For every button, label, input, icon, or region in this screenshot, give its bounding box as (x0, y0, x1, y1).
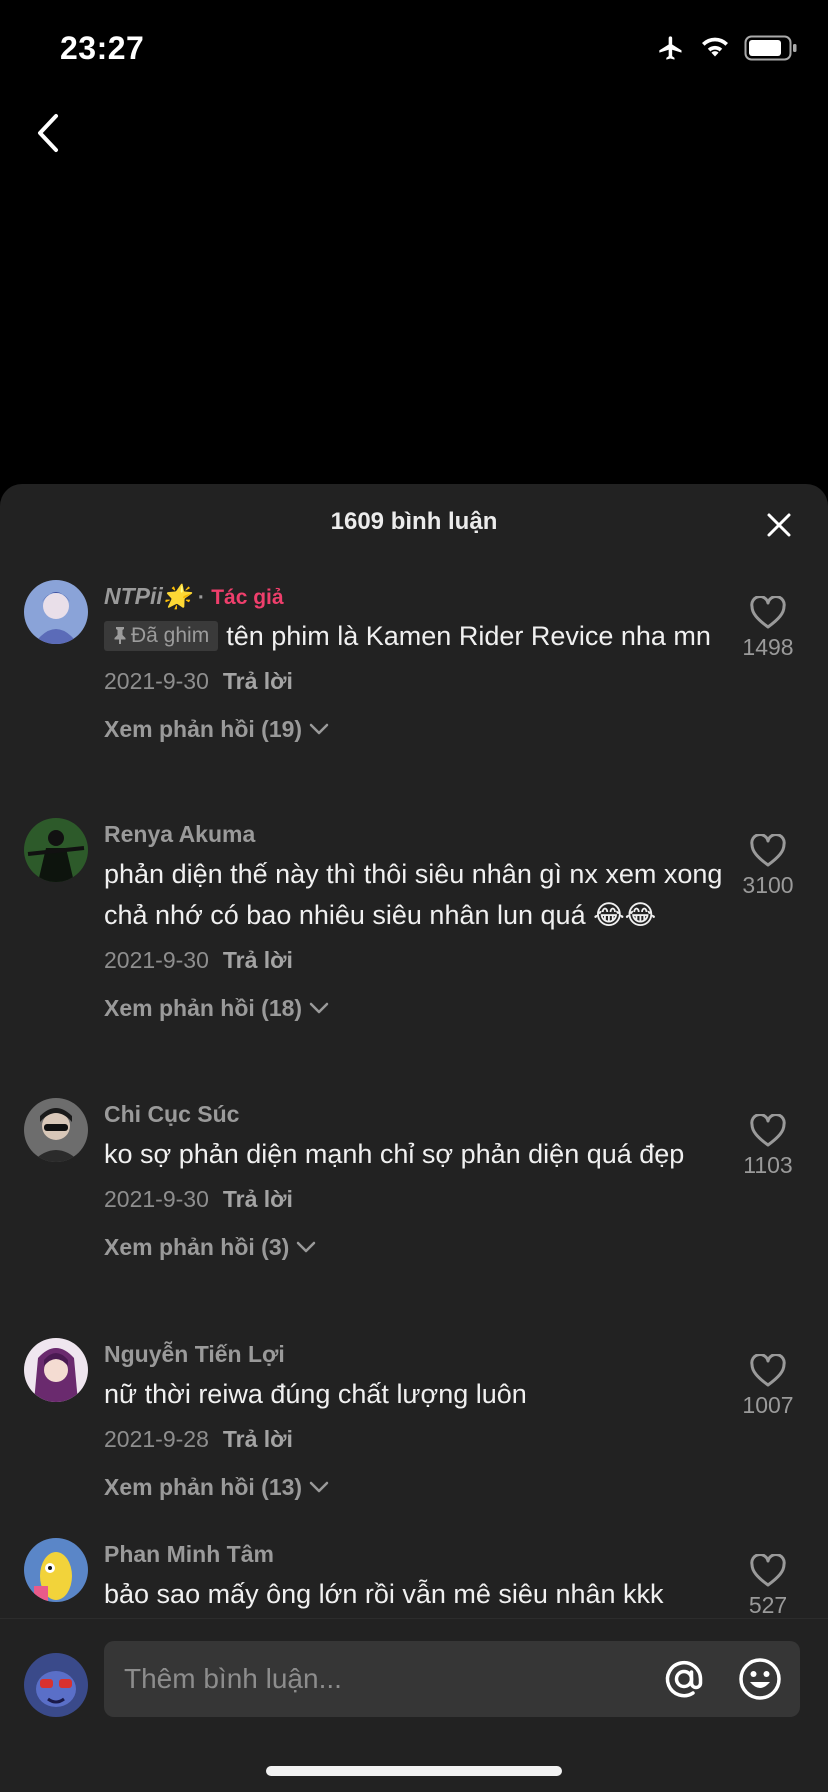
comment-text: Đã ghim tên phim là Kamen Rider Revice nh… (104, 616, 724, 657)
view-replies-label: Xem phản hồi (3) (104, 1234, 290, 1260)
comment-date: 2021-9-30 (104, 947, 209, 973)
mention-button[interactable] (660, 1655, 708, 1703)
heart-icon (750, 1114, 786, 1147)
heart-icon (750, 596, 786, 629)
home-indicator (266, 1766, 562, 1776)
like-button[interactable]: 3100 (728, 834, 808, 899)
comment-username[interactable]: Phan Minh Tâm (104, 1538, 724, 1570)
smiley-icon (739, 1658, 781, 1700)
view-replies-label: Xem phản hồi (19) (104, 716, 303, 742)
reply-button[interactable]: Trả lời (223, 1426, 293, 1452)
status-time: 23:27 (60, 30, 145, 66)
reply-button[interactable]: Trả lời (223, 947, 293, 973)
reply-button[interactable]: Trả lời (223, 668, 293, 694)
chevron-left-icon (38, 114, 58, 152)
like-button[interactable]: 527 (728, 1554, 808, 1618)
status-bar: 23:27 (0, 0, 828, 100)
author-separator: · (197, 586, 205, 609)
like-button[interactable]: 1007 (728, 1354, 808, 1419)
heart-icon (750, 1354, 786, 1387)
avatar[interactable] (24, 1098, 88, 1162)
comment-composer: Thêm bình luận... (0, 1618, 828, 1792)
like-count: 1498 (742, 634, 794, 660)
comment-username-row: NTPii🌟 · Tác giả (104, 580, 724, 612)
heart-icon (750, 834, 786, 867)
pin-icon (114, 627, 126, 644)
comment-list[interactable]: NTPii🌟 · Tác giả Đã ghim tên phim là Kame… (0, 484, 828, 1618)
view-replies-button[interactable]: Xem phản hồi (19) (104, 711, 724, 747)
view-replies-label: Xem phản hồi (13) (104, 1474, 303, 1500)
like-count: 1103 (743, 1152, 793, 1178)
like-count: 527 (748, 1592, 788, 1618)
comment-body: Chi Cục Súc ko sợ phản diện mạnh chỉ sợ … (104, 1098, 724, 1265)
chevron-down-icon (297, 1241, 316, 1253)
avatar[interactable] (24, 580, 88, 644)
pinned-label: Đã ghim (131, 624, 210, 647)
comment-text: bảo sao mấy ông lớn rồi vẫn mê siêu nhân… (104, 1579, 664, 1609)
comment-text-content: tên phim là Kamen Rider Revice nha mn (226, 621, 711, 651)
comment-meta: 2021-9-30 Trả lời (104, 663, 724, 699)
status-icons (656, 34, 798, 62)
view-replies-button[interactable]: Xem phản hồi (13) (104, 1469, 724, 1505)
avatar[interactable] (24, 1338, 88, 1402)
my-avatar (24, 1653, 88, 1717)
comment-meta: 2021-9-30 Trả lời (104, 942, 724, 978)
comment-input-placeholder: Thêm bình luận... (124, 1663, 342, 1694)
airplane-icon (656, 34, 686, 62)
comment-body: NTPii🌟 · Tác giả Đã ghim tên phim là Kame… (104, 580, 724, 747)
comments-sheet: 1609 bình luận NTPii🌟 · Tác giả Đã ghim t… (0, 484, 828, 1792)
comment-text: ko sợ phản diện mạnh chỉ sợ phản diện qu… (104, 1139, 685, 1169)
like-button[interactable]: 1103 (728, 1114, 808, 1179)
author-badge: Tác giả (211, 586, 284, 609)
view-replies-label: Xem phản hồi (18) (104, 995, 303, 1021)
chevron-down-icon (309, 1002, 329, 1014)
avatar[interactable] (24, 1538, 88, 1602)
chevron-down-icon (309, 723, 329, 735)
comment-date: 2021-9-30 (104, 668, 209, 694)
emoji-button[interactable] (736, 1655, 784, 1703)
comment-username[interactable]: NTPii🌟 (104, 583, 191, 609)
at-sign-icon (665, 1660, 703, 1698)
wifi-icon (700, 36, 730, 60)
back-button[interactable] (28, 108, 68, 158)
comment-input[interactable]: Thêm bình luận... (104, 1641, 800, 1717)
comment-username[interactable]: Nguyễn Tiến Lợi (104, 1338, 724, 1370)
reply-button[interactable]: Trả lời (223, 1186, 293, 1212)
comment-text: nữ thời reiwa đúng chất lượng luôn (104, 1379, 527, 1409)
comment-date: 2021-9-30 (104, 1186, 209, 1212)
like-button[interactable]: 1498 (728, 596, 808, 661)
comment-meta: 2021-9-30 Trả lời (104, 1181, 724, 1217)
comment-body: Renya Akuma phản diện thế này thì thôi s… (104, 818, 724, 1026)
chevron-down-icon (309, 1481, 329, 1493)
view-replies-button[interactable]: Xem phản hồi (18) (104, 990, 724, 1026)
comment-username[interactable]: Chi Cục Súc (104, 1098, 724, 1130)
comment-body: Phan Minh Tâm bảo sao mấy ông lớn rồi vẫ… (104, 1538, 724, 1615)
comment-username[interactable]: Renya Akuma (104, 818, 724, 850)
view-replies-button[interactable]: Xem phản hồi (3) (104, 1229, 724, 1265)
heart-icon (750, 1554, 786, 1587)
like-count: 3100 (742, 872, 794, 898)
like-count: 1007 (742, 1392, 794, 1418)
pinned-badge: Đã ghim (104, 621, 219, 651)
avatar[interactable] (24, 818, 88, 882)
comment-text: phản diện thế này thì thôi siêu nhân gì … (104, 859, 723, 930)
comment-date: 2021-9-28 (104, 1426, 209, 1452)
comment-meta: 2021-9-28 Trả lời (104, 1421, 724, 1457)
comment-body: Nguyễn Tiến Lợi nữ thời reiwa đúng chất … (104, 1338, 724, 1505)
battery-icon (744, 35, 798, 61)
